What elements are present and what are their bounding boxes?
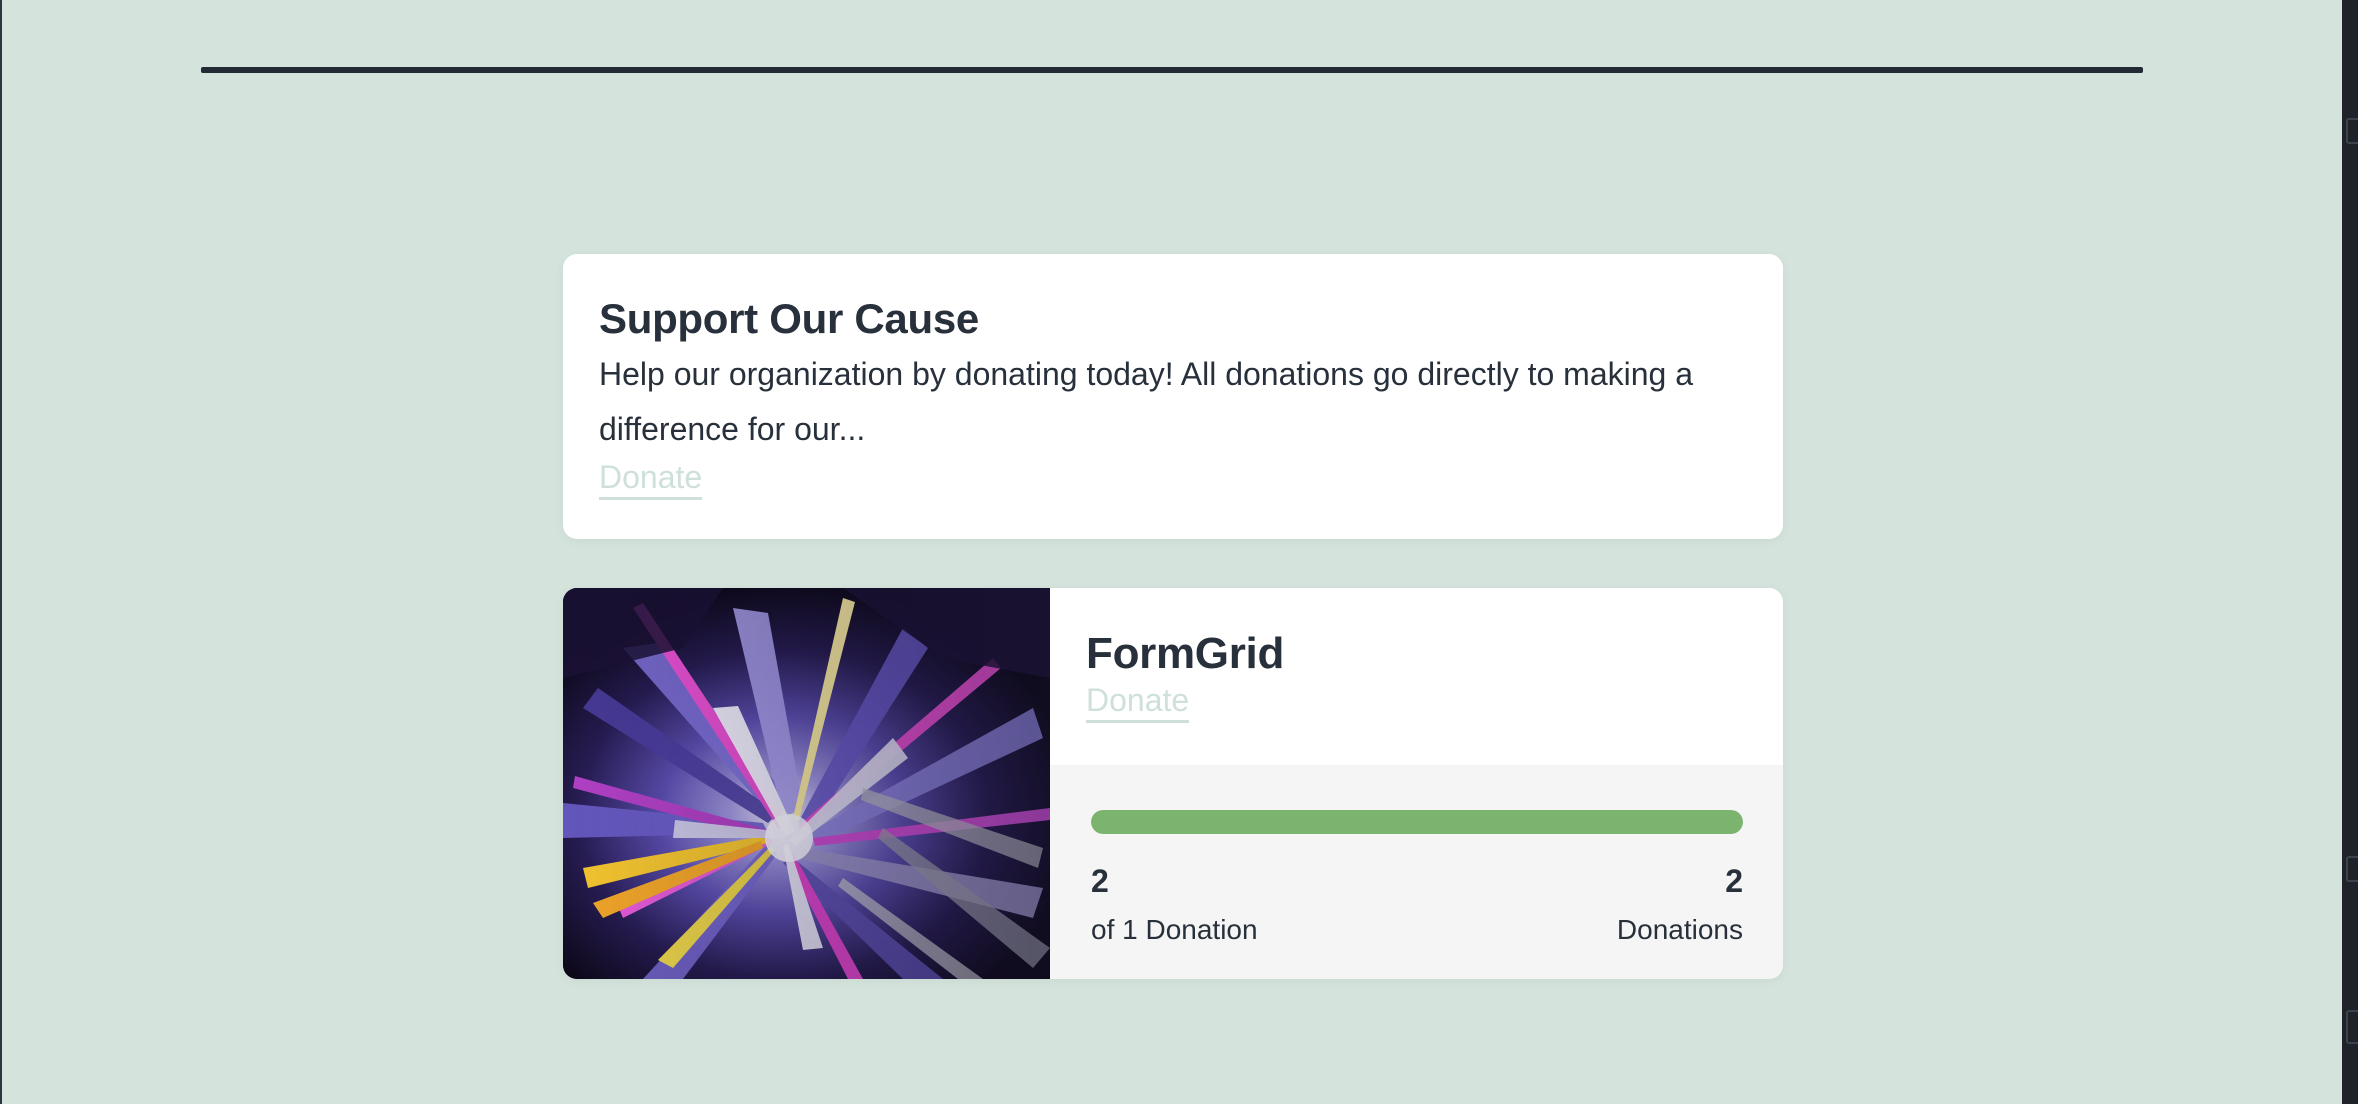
campaign-title: FormGrid [1086,629,1285,678]
campaign-image [563,588,1050,979]
edge-mark [2346,856,2358,882]
raised-stat: 2 of 1 Donation [1091,861,1258,948]
campaign-stats: 2 of 1 Donation 2 Donations [1050,765,1783,979]
donation-progress-fill [1091,810,1743,834]
edge-mark [2346,1010,2358,1044]
campaign-card: FormGrid Donate 2 of 1 Donation 2 Donati… [563,588,1783,979]
donation-progress-bar [1091,810,1743,834]
raised-label: of 1 Donation [1091,914,1258,945]
header-divider [201,67,2143,73]
raised-value: 2 [1091,863,1109,899]
campaign-header: FormGrid Donate [1050,588,1783,765]
cause-title: Support Our Cause [599,295,979,342]
donation-count-value: 2 [1725,863,1743,899]
donation-count-stat: 2 Donations [1617,861,1743,948]
window-left-border [0,0,2,1104]
campaign-donate-link[interactable]: Donate [1086,680,1190,723]
window-right-edge [2342,0,2358,1104]
donation-count-label: Donations [1616,914,1743,945]
cause-description: Help our organization by donating today!… [599,356,1694,447]
cause-donate-link[interactable]: Donate [599,457,703,500]
edge-mark [2346,118,2358,144]
cause-card: Support Our Cause Help our organization … [563,254,1783,539]
